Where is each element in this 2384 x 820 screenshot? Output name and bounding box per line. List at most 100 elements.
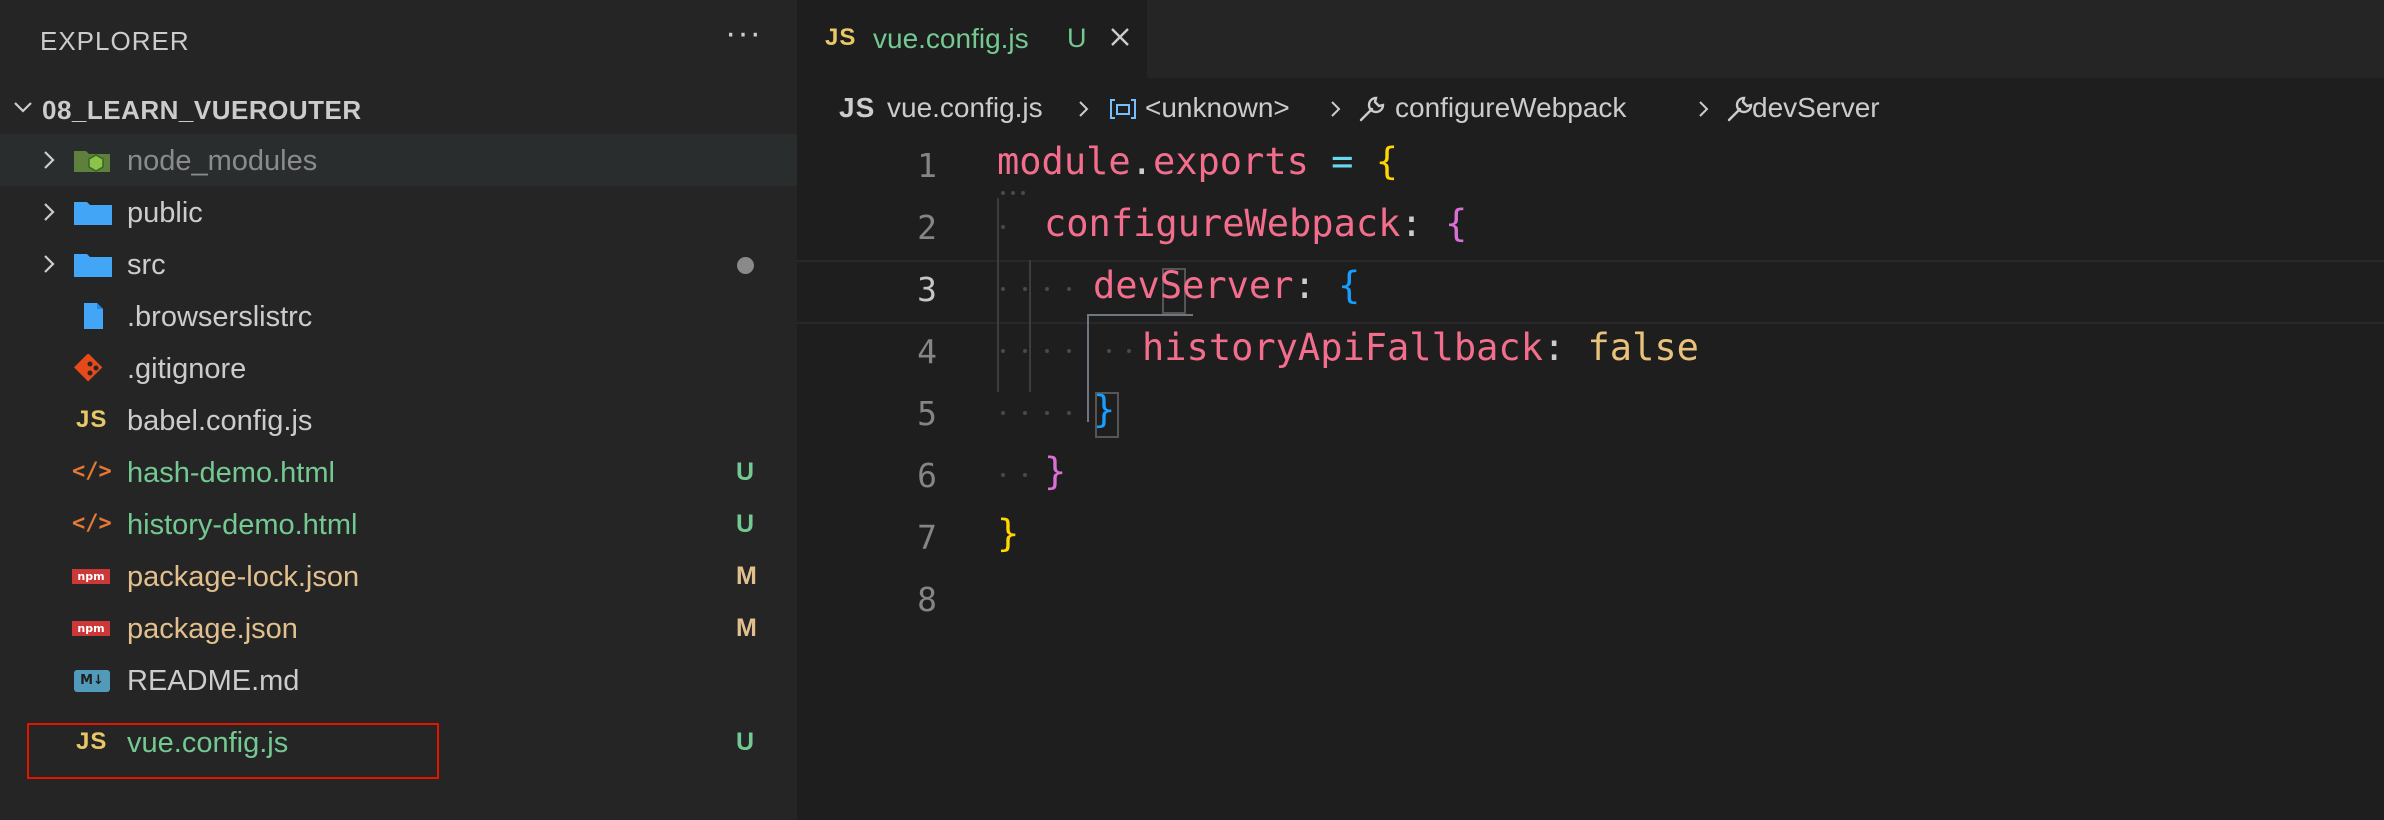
code-line-7: }: [997, 512, 1020, 555]
wrench-icon: [1727, 96, 1753, 122]
tree-item-package-json[interactable]: npm package.json M: [0, 602, 797, 654]
tree-item-package-lock[interactable]: npm package-lock.json M: [0, 550, 797, 602]
whitespace-dot: [1021, 191, 1025, 195]
breadcrumb: JS vue.config.js <unknown> configureWebp…: [797, 84, 2384, 134]
whitespace-dot: [1001, 411, 1005, 415]
tree-item-gitignore[interactable]: .gitignore: [0, 342, 797, 394]
html-icon: </>: [72, 511, 112, 536]
git-status-badge: U: [736, 728, 755, 756]
tree-item-browserslistrc[interactable]: .browserslistrc: [0, 290, 797, 342]
line-number: 6: [917, 456, 937, 495]
tree-item-label: .browserslistrc: [127, 301, 313, 333]
whitespace-dot: [1045, 287, 1049, 291]
whitespace-dot: [1001, 287, 1005, 291]
git-status-badge: U: [736, 458, 755, 486]
whitespace-dot: [1127, 349, 1131, 353]
highlight-annotation-box: [27, 723, 439, 779]
whitespace-dot: [1067, 411, 1071, 415]
line-number: 2: [917, 208, 937, 247]
whitespace-dot: [1067, 287, 1071, 291]
tree-item-label: package-lock.json: [127, 561, 360, 593]
line-number: 8: [917, 580, 937, 619]
explorer-sidebar: EXPLORER ··· 08_LEARN_VUEROUTER node_mod…: [0, 0, 797, 820]
whitespace-dot: [1067, 349, 1071, 353]
tree-item-history-demo[interactable]: </> history-demo.html U: [0, 498, 797, 550]
tab-label: vue.config.js: [873, 23, 1029, 54]
line-number-active: 3: [917, 270, 937, 309]
breadcrumb-symbol-dev-server[interactable]: devServer: [1752, 92, 1880, 124]
tree-item-babel-config[interactable]: JS babel.config.js: [0, 394, 797, 446]
whitespace-dot: [1045, 411, 1049, 415]
whitespace-dot: [1001, 473, 1005, 477]
chevron-right-icon: [44, 151, 55, 169]
tree-item-node-modules[interactable]: node_modules: [0, 134, 797, 186]
tree-item-label: history-demo.html: [127, 509, 358, 541]
wrench-icon: [1359, 96, 1385, 122]
git-status-badge: M: [736, 614, 757, 642]
line-number: 5: [917, 394, 937, 433]
chevron-right-icon: [44, 203, 55, 221]
breadcrumb-symbol-unknown[interactable]: <unknown>: [1145, 92, 1290, 124]
file-icon: [84, 303, 103, 329]
whitespace-dot: [1001, 225, 1005, 229]
line-number: 1: [917, 146, 937, 185]
tree-item-label: babel.config.js: [127, 405, 313, 437]
code-line-5: }: [1093, 388, 1116, 431]
chevron-down-icon: [14, 102, 32, 113]
chevron-right-icon: [44, 255, 55, 273]
workspace-root-label: 08_LEARN_VUEROUTER: [42, 95, 362, 125]
html-icon: </>: [72, 459, 112, 484]
breadcrumb-file[interactable]: vue.config.js: [887, 92, 1043, 124]
code-line-3: devServer: {: [1093, 264, 1361, 307]
npm-icon: npm: [72, 614, 114, 642]
active-indent-guide: [1087, 314, 1089, 422]
variable-symbol-icon: [1110, 99, 1136, 119]
chevron-right-icon: [1699, 101, 1709, 117]
tree-item-label: .gitignore: [127, 353, 247, 385]
tree-item-public[interactable]: public: [0, 186, 797, 238]
whitespace-dot: [1023, 473, 1027, 477]
line-number: 7: [917, 518, 937, 557]
whitespace-dot: [1107, 349, 1111, 353]
tree-item-hash-demo[interactable]: </> hash-demo.html U: [0, 446, 797, 498]
tree-item-label: README.md: [127, 665, 300, 697]
tree-item-label: src: [127, 249, 166, 281]
node-folder-icon: [74, 151, 110, 172]
tree-item-label: package.json: [127, 613, 298, 645]
workspace-root-folder[interactable]: 08_LEARN_VUEROUTER: [0, 88, 797, 132]
whitespace-dot: [1001, 349, 1005, 353]
npm-icon: npm: [72, 562, 114, 590]
tree-item-src[interactable]: src: [0, 238, 797, 290]
markdown-icon: M↓: [72, 666, 114, 694]
tree-item-label: public: [127, 197, 203, 229]
js-icon: JS: [76, 406, 108, 433]
tab-vue-config[interactable]: JS vue.config.js U: [797, 0, 1147, 78]
code-line-6: }: [1044, 450, 1067, 493]
tree-item-label: hash-demo.html: [127, 457, 335, 489]
tree-item-readme[interactable]: M↓ README.md: [0, 654, 797, 706]
chevron-right-icon: [1331, 101, 1341, 117]
code-editor[interactable]: 1 2 3 4 5 6 7 8 module.exports = { confi…: [797, 134, 2384, 820]
more-actions-button[interactable]: ···: [725, 14, 762, 53]
close-icon[interactable]: [1107, 24, 1133, 50]
whitespace-dot: [1023, 287, 1027, 291]
current-line-highlight: [797, 260, 2384, 324]
git-status-badge: M: [736, 562, 757, 590]
js-icon: JS: [825, 24, 857, 51]
whitespace-dot: [1045, 349, 1049, 353]
indent-guide: [1029, 260, 1031, 392]
code-line-1: module.exports = {: [997, 140, 1398, 183]
chevron-right-icon: [1079, 101, 1089, 117]
whitespace-dot: [1023, 411, 1027, 415]
tree-item-label: node_modules: [127, 145, 318, 177]
explorer-header: EXPLORER ···: [0, 0, 797, 80]
git-icon: [74, 354, 103, 382]
bracket-scope-line: [1087, 314, 1193, 316]
whitespace-dot: [1023, 349, 1027, 353]
code-line-4: historyApiFallback: false: [1142, 326, 1699, 369]
editor-tab-bar: JS vue.config.js U: [797, 0, 2384, 78]
breadcrumb-symbol-configure-webpack[interactable]: configureWebpack: [1395, 92, 1626, 124]
modified-dot-badge: [737, 257, 754, 274]
whitespace-dot: [1001, 191, 1005, 195]
indent-guide: [997, 198, 999, 392]
